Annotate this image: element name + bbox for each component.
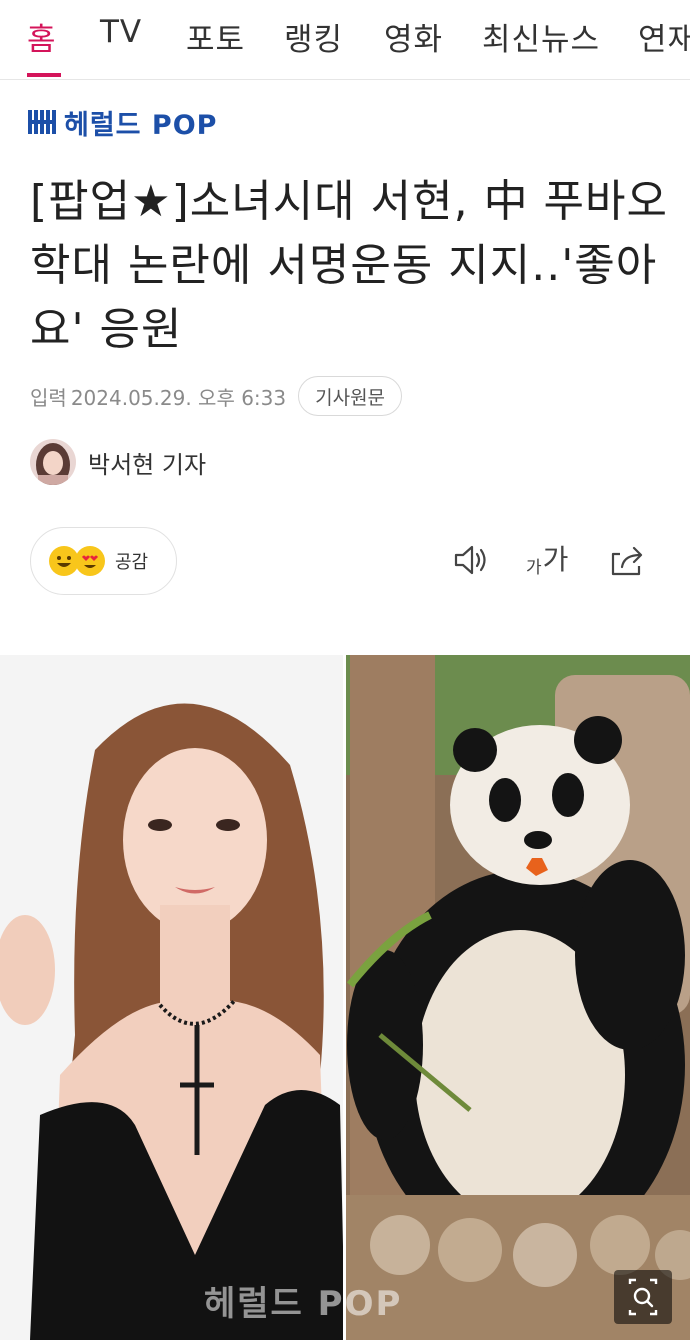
font-size-icon[interactable]: 가 가 — [526, 543, 568, 578]
font-size-small-label: 가 — [526, 558, 542, 578]
tab-ranking[interactable]: 랭킹 — [284, 14, 343, 59]
zoom-button[interactable] — [614, 1270, 672, 1324]
press-brand[interactable]: 헤럴드 POP — [28, 104, 218, 141]
tab-tv[interactable]: TV — [100, 14, 142, 50]
speaker-icon[interactable] — [450, 540, 490, 580]
font-size-large-label: 가 — [542, 543, 569, 576]
tab-latest-news[interactable]: 최신뉴스 — [482, 14, 600, 59]
herald-logo-icon — [28, 110, 56, 134]
tab-photo[interactable]: 포토 — [186, 14, 245, 59]
top-navigation: 홈 TV 포토 랭킹 영화 최신뉴스 연재 — [0, 0, 690, 80]
heart-eyes-emoji-icon — [75, 546, 105, 576]
publish-date: 2024.05.29. 오후 6:33 — [70, 385, 287, 410]
reporter-info[interactable]: 박서현 기자 — [30, 438, 206, 486]
article-headline: [팝업★]소녀시대 서현, 中 푸바오 학대 논란에 서명운동 지지..'좋아요… — [30, 176, 669, 355]
date-label: 입력 — [30, 385, 67, 410]
reporter-avatar — [30, 439, 76, 485]
active-tab-indicator — [27, 73, 61, 77]
tab-movie[interactable]: 영화 — [384, 14, 443, 59]
photo-watermark: 헤럴드 POP — [204, 1284, 403, 1324]
tab-home[interactable]: 홈 — [27, 14, 57, 59]
reporter-name: 박서현 기자 — [88, 450, 207, 479]
reaction-label: 공감 — [115, 552, 149, 573]
tab-series[interactable]: 연재 — [638, 14, 690, 59]
article-meta: 입력 2024.05.29. 오후 6:33 기사원문 — [30, 376, 403, 416]
zoom-icon — [628, 1278, 658, 1316]
reaction-button[interactable]: 공감 — [30, 527, 177, 595]
original-article-button[interactable]: 기사원문 — [298, 376, 403, 416]
share-icon[interactable] — [606, 540, 646, 580]
brand-name: 헤럴드 POP — [64, 109, 218, 141]
article-photo[interactable] — [0, 655, 690, 1340]
